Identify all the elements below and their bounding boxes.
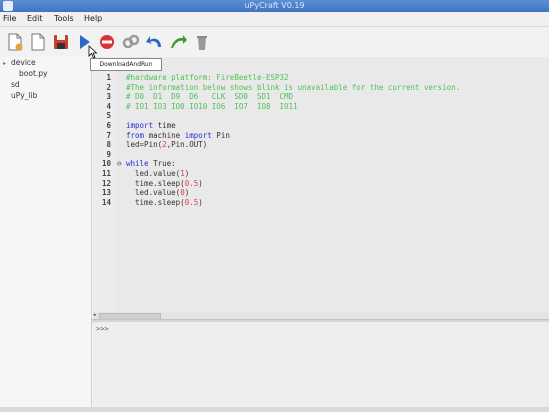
code-token: from: [126, 130, 145, 140]
code-line[interactable]: led.value(0): [126, 188, 189, 198]
file-tree: ▸ device boot.py sd uPy_lib: [0, 57, 92, 407]
code-token: import: [126, 121, 154, 130]
code-line[interactable]: import time: [126, 121, 176, 131]
menu-edit[interactable]: Edit: [27, 12, 43, 26]
line-number: 5: [106, 111, 111, 121]
code-line[interactable]: led.value(1): [126, 169, 189, 179]
code-editor[interactable]: 1 2 3 4 5 6 7 8 9 10 11 12 13 14 #hardware platform: …: [93, 57, 549, 319]
trash-icon: [197, 36, 207, 50]
code-token: Pin: [211, 130, 230, 140]
line-number: 9: [106, 149, 111, 159]
code-token: led.value(: [126, 188, 181, 198]
delete-button[interactable]: [192, 32, 212, 52]
line-number: 11: [101, 169, 111, 178]
code-line[interactable]: #The information below shows blink is un…: [126, 83, 460, 93]
connect-button[interactable]: [121, 32, 141, 52]
terminal-panel[interactable]: >>>: [93, 322, 549, 407]
undo-button[interactable]: [145, 32, 165, 52]
menu-tools[interactable]: Tools: [54, 12, 74, 26]
status-bar: [0, 407, 549, 412]
menu-file[interactable]: File: [3, 12, 16, 26]
new-file-button[interactable]: [5, 32, 25, 52]
code-token: 0.5: [184, 178, 199, 188]
link-icon: [122, 34, 140, 49]
code-token: True:: [148, 159, 176, 169]
code-token: ,Pin.OUT): [166, 140, 208, 150]
tree-item-upy-lib[interactable]: uPy_lib: [11, 91, 37, 101]
code-token: led=Pin(: [126, 140, 163, 150]
window-title: uPyCraft V0.19: [244, 1, 305, 10]
code-token: # IO1 IO3 IO0 IO10 IO6 IO7 IO8 IO11: [126, 101, 298, 111]
open-file-button[interactable]: [28, 32, 48, 52]
save-button[interactable]: [51, 32, 71, 52]
tree-item-device[interactable]: ▸ device: [3, 58, 36, 68]
line-number: 6: [106, 121, 111, 130]
toolbar: [0, 27, 549, 57]
line-number: 14: [101, 197, 111, 207]
menu-help[interactable]: Help: [84, 12, 102, 26]
line-number: 4: [106, 101, 111, 111]
syntax-check-button[interactable]: [168, 32, 188, 52]
menu-bar: File Edit Tools Help: [0, 12, 549, 27]
code-token: # D0 D1 D9 D6 CLK SD0 SD1 CMD: [126, 92, 294, 102]
expand-arrow-icon[interactable]: ▸: [3, 59, 11, 69]
save-icon: [54, 35, 68, 49]
code-line[interactable]: while True:: [126, 159, 176, 169]
line-number-gutter: 1 2 3 4 5 6 7 8 9 10 11 12 13 14: [93, 57, 115, 319]
horizontal-scrollbar[interactable]: ◂: [93, 312, 549, 320]
line-number: 7: [106, 130, 111, 140]
line-number: 10: [101, 159, 111, 169]
tree-item-label: device: [11, 58, 36, 67]
line-number: 8: [106, 140, 111, 150]
check-arrow-icon: [171, 35, 187, 48]
document-icon: [31, 33, 45, 51]
code-token: time.sleep(: [126, 197, 185, 207]
code-line[interactable]: time.sleep(0.5): [126, 179, 203, 189]
code-token: ): [198, 197, 203, 207]
code-token: #hardware platform: FireBeetle-ESP32: [126, 73, 289, 82]
stop-button[interactable]: [97, 32, 117, 52]
tree-item-label: sd: [11, 80, 20, 89]
undo-icon: [146, 36, 161, 47]
fold-marker-icon[interactable]: ⊖: [117, 159, 122, 169]
tooltip: DownloadAndRun: [90, 58, 162, 71]
terminal-prompt: >>>: [96, 325, 109, 333]
code-line[interactable]: led=Pin(2,Pin.OUT): [126, 140, 207, 150]
code-token: ): [184, 188, 190, 198]
code-line[interactable]: #hardware platform: FireBeetle-ESP32: [126, 73, 289, 83]
tree-item-label: boot.py: [19, 69, 48, 78]
code-line[interactable]: time.sleep(0.5): [126, 198, 203, 208]
code-token: #The information below shows blink is un…: [126, 82, 461, 92]
title-bar: uPyCraft V0.19: [0, 0, 549, 12]
code-token: 0.5: [184, 197, 199, 207]
code-line[interactable]: # IO1 IO3 IO0 IO10 IO6 IO7 IO8 IO11: [126, 102, 298, 112]
line-number: 12: [101, 178, 111, 188]
code-token: led.value(: [126, 169, 181, 178]
new-file-icon: [8, 33, 23, 51]
line-number: 3: [106, 92, 111, 102]
line-number: 1: [106, 73, 111, 82]
code-token: time: [153, 121, 176, 130]
stop-icon: [100, 35, 114, 49]
code-line[interactable]: # D0 D1 D9 D6 CLK SD0 SD1 CMD: [126, 92, 293, 102]
code-token: time.sleep(: [126, 178, 185, 188]
code-line[interactable]: from machine import Pin: [126, 131, 230, 141]
mouse-cursor-icon: [88, 45, 98, 59]
code-token: machine: [144, 130, 185, 140]
tree-item-label: uPy_lib: [11, 91, 38, 100]
line-number: 2: [106, 82, 111, 92]
tree-item-boot-py[interactable]: boot.py: [19, 69, 47, 79]
code-token: ): [198, 178, 203, 188]
tree-item-sd[interactable]: sd: [11, 80, 20, 90]
code-token: while: [126, 159, 149, 169]
line-number: 13: [101, 188, 111, 198]
code-token: ): [184, 169, 190, 178]
code-token: import: [184, 130, 212, 140]
